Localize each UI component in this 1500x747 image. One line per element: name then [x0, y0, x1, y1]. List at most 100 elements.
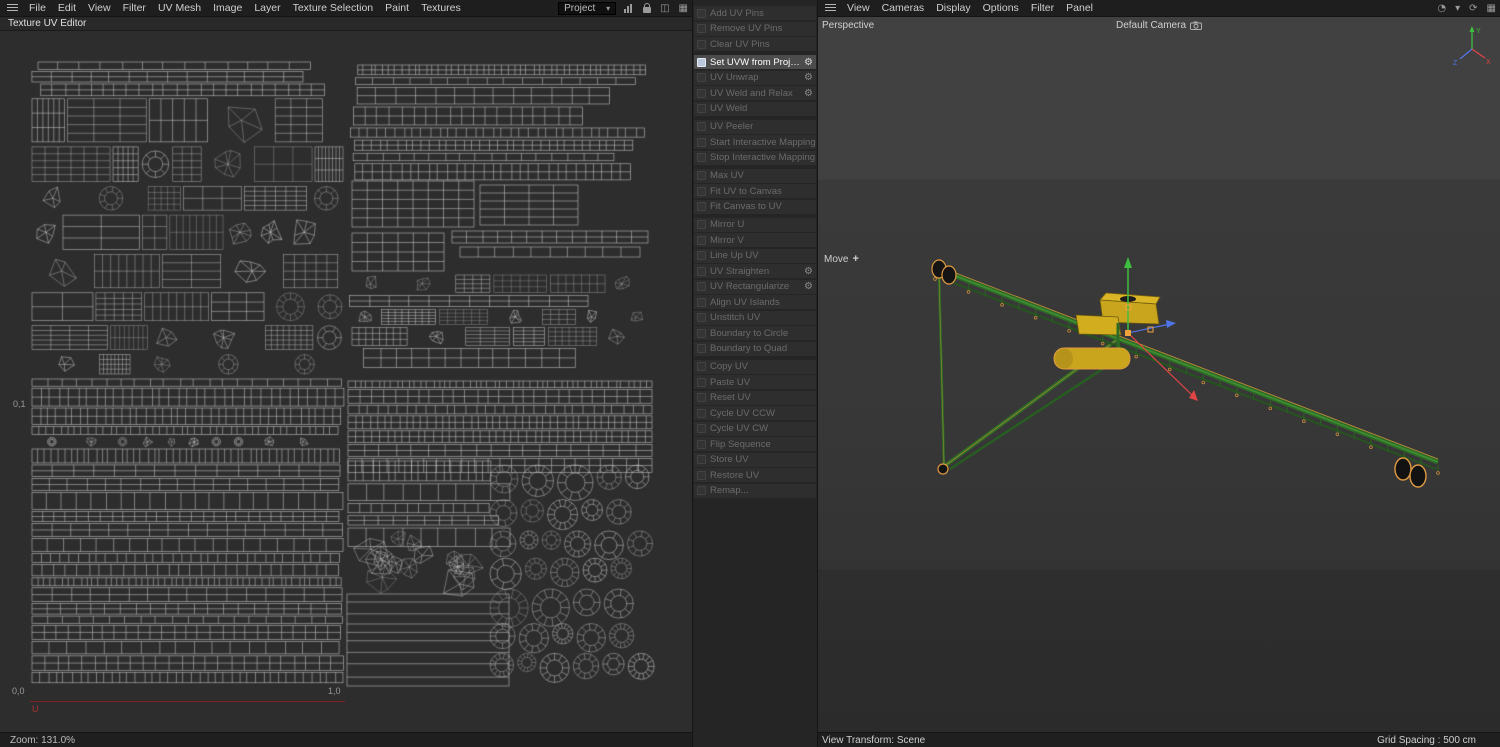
cmd-stop-interactive-mapping[interactable]: Stop Interactive Mapping [694, 151, 816, 165]
viewport-menubar-right: ◔ ▾ ⟳ ▦ [1428, 3, 1496, 14]
gear-icon[interactable]: ⚙ [804, 281, 816, 292]
hamburger-menu-icon[interactable] [825, 4, 836, 12]
viewport-menu: ViewCamerasDisplayOptionsFilterPanel [841, 2, 1099, 14]
cmd-max-uv[interactable]: Max UV [694, 169, 816, 183]
cmd-label: UV Weld and Relax [710, 88, 793, 99]
vp-menu-display[interactable]: Display [930, 2, 976, 14]
cmd-uv-weld-and-relax[interactable]: UV Weld and Relax ⚙ [694, 86, 816, 100]
line-up-icon [697, 251, 706, 260]
cmd-label: Reset UV [710, 392, 751, 403]
svg-text:Z: Z [1453, 60, 1458, 67]
cmd-flip-sequence[interactable]: Flip Sequence [694, 437, 816, 451]
boundary-circle-icon [697, 329, 706, 338]
uv-command-group: UV PeelerStart Interactive Mapping Stop I… [693, 120, 817, 165]
project-dropdown-label: Project [564, 3, 595, 14]
menu-texture-selection[interactable]: Texture Selection [287, 2, 380, 14]
menu-layer[interactable]: Layer [248, 2, 286, 14]
cmd-uv-unwrap[interactable]: UV Unwrap⚙ [694, 71, 816, 85]
grid-view-icon[interactable]: ▦ [679, 3, 688, 14]
cmd-fit-uv-to-canvas[interactable]: Fit UV to Canvas [694, 184, 816, 198]
cmd-remap[interactable]: Remap... [694, 484, 816, 498]
menu-file[interactable]: File [23, 2, 52, 14]
chevron-down-icon[interactable]: ▾ [1455, 3, 1460, 14]
cmd-set-uvw-from-projection[interactable]: Set UVW from Projection⚙ [694, 55, 816, 69]
histogram-icon[interactable] [624, 4, 633, 13]
cmd-label: Mirror U [710, 219, 744, 230]
app-window: FileEditViewFilterUV MeshImageLayerTextu… [0, 0, 1500, 747]
cmd-label: UV Straighten [710, 266, 769, 277]
gear-icon[interactable]: ⚙ [804, 266, 816, 277]
cmd-boundary-to-circle[interactable]: Boundary to Circle [694, 326, 816, 340]
cmd-label: Store UV [710, 454, 749, 465]
cmd-label: UV Rectangularize [710, 281, 789, 292]
cmd-unstitch-uv[interactable]: Unstitch UV [694, 311, 816, 325]
cmd-uv-peeler[interactable]: UV Peeler [694, 120, 816, 134]
camera-icon [1190, 21, 1202, 30]
refresh-icon[interactable]: ⟳ [1469, 3, 1477, 14]
cmd-label: Flip Sequence [710, 439, 771, 450]
menu-image[interactable]: Image [207, 2, 248, 14]
cycle-cw-icon [697, 424, 706, 433]
cmd-cycle-uv-ccw[interactable]: Cycle UV CCW [694, 406, 816, 420]
uv-wireframe-canvas[interactable] [0, 31, 692, 732]
cmd-align-uv-islands[interactable]: Align UV Islands [694, 295, 816, 309]
menu-uv-mesh[interactable]: UV Mesh [152, 2, 207, 14]
render-view-icon[interactable]: ◔ [1437, 3, 1446, 14]
rectangularize-icon [697, 282, 706, 291]
cmd-remove-uv-pins[interactable]: Remove UV Pins [694, 22, 816, 36]
viewport-statusbar: View Transform: Scene Grid Spacing : 500… [818, 732, 1500, 747]
vp-menu-cameras[interactable]: Cameras [876, 2, 931, 14]
cmd-restore-uv[interactable]: Restore UV [694, 468, 816, 482]
cmd-uv-rectangularize[interactable]: UV Rectangularize ⚙ [694, 280, 816, 294]
cmd-fit-canvas-to-uv[interactable]: Fit Canvas to UV [694, 200, 816, 214]
cmd-label: Mirror V [710, 235, 744, 246]
fit-uv-canvas-icon [697, 187, 706, 196]
project-dropdown[interactable]: Project ▾ [558, 2, 616, 15]
cmd-label: Align UV Islands [710, 297, 780, 308]
menu-paint[interactable]: Paint [379, 2, 415, 14]
uv-commands-panel: Add UV Pins Remove UV PinsClear UV Pins Se… [693, 0, 818, 747]
cmd-paste-uv[interactable]: Paste UV [694, 375, 816, 389]
uv-editor-panel: FileEditViewFilterUV MeshImageLayerTextu… [0, 0, 693, 747]
cmd-mirror-v[interactable]: Mirror V [694, 233, 816, 247]
menu-textures[interactable]: Textures [415, 2, 467, 14]
unwrap-icon [697, 73, 706, 82]
cmd-mirror-u[interactable]: Mirror U [694, 218, 816, 232]
grid-spacing-status: Grid Spacing : 500 cm [1377, 735, 1476, 746]
cmd-label: Cycle UV CW [710, 423, 768, 434]
gear-icon[interactable]: ⚙ [804, 88, 816, 99]
axis-gizmo: Y X Z [1452, 21, 1492, 67]
gear-icon[interactable]: ⚙ [804, 72, 816, 83]
hamburger-menu-icon[interactable] [7, 4, 18, 12]
flip-sequence-icon [697, 440, 706, 449]
viewport-layout-icon[interactable]: ▦ [1487, 3, 1496, 14]
cmd-reset-uv[interactable]: Reset UV [694, 391, 816, 405]
weld-relax-icon [697, 89, 706, 98]
cmd-add-uv-pins[interactable]: Add UV Pins [694, 6, 816, 20]
view-projection-label: Perspective [822, 20, 874, 31]
layers-icon[interactable]: ◫ [660, 3, 669, 14]
cmd-store-uv[interactable]: Store UV [694, 453, 816, 467]
cmd-clear-uv-pins[interactable]: Clear UV Pins [694, 37, 816, 51]
cmd-copy-uv[interactable]: Copy UV [694, 360, 816, 374]
vp-menu-panel[interactable]: Panel [1060, 2, 1099, 14]
menu-edit[interactable]: Edit [52, 2, 82, 14]
view-transform-status: View Transform: Scene [822, 735, 925, 746]
lock-icon[interactable] [643, 7, 651, 13]
vp-menu-options[interactable]: Options [977, 2, 1025, 14]
menu-view[interactable]: View [82, 2, 117, 14]
paste-uv-icon [697, 378, 706, 387]
menu-filter[interactable]: Filter [117, 2, 152, 14]
camera-label[interactable]: Default Camera [1116, 20, 1202, 31]
cmd-uv-straighten[interactable]: UV Straighten ⚙ [694, 264, 816, 278]
viewport-3d[interactable]: Perspective Default Camera Move + [818, 17, 1500, 732]
vp-menu-filter[interactable]: Filter [1025, 2, 1060, 14]
cmd-cycle-uv-cw[interactable]: Cycle UV CW [694, 422, 816, 436]
cmd-boundary-to-quad[interactable]: Boundary to Quad [694, 342, 816, 356]
cmd-line-up-uv[interactable]: Line Up UV [694, 249, 816, 263]
cmd-start-interactive-mapping[interactable]: Start Interactive Mapping [694, 135, 816, 149]
uv-editor-menubar-right: Project ▾ ◫ ▦ [558, 2, 688, 15]
vp-menu-view[interactable]: View [841, 2, 876, 14]
gear-icon[interactable]: ⚙ [804, 57, 816, 68]
cmd-uv-weld[interactable]: UV Weld [694, 102, 816, 116]
